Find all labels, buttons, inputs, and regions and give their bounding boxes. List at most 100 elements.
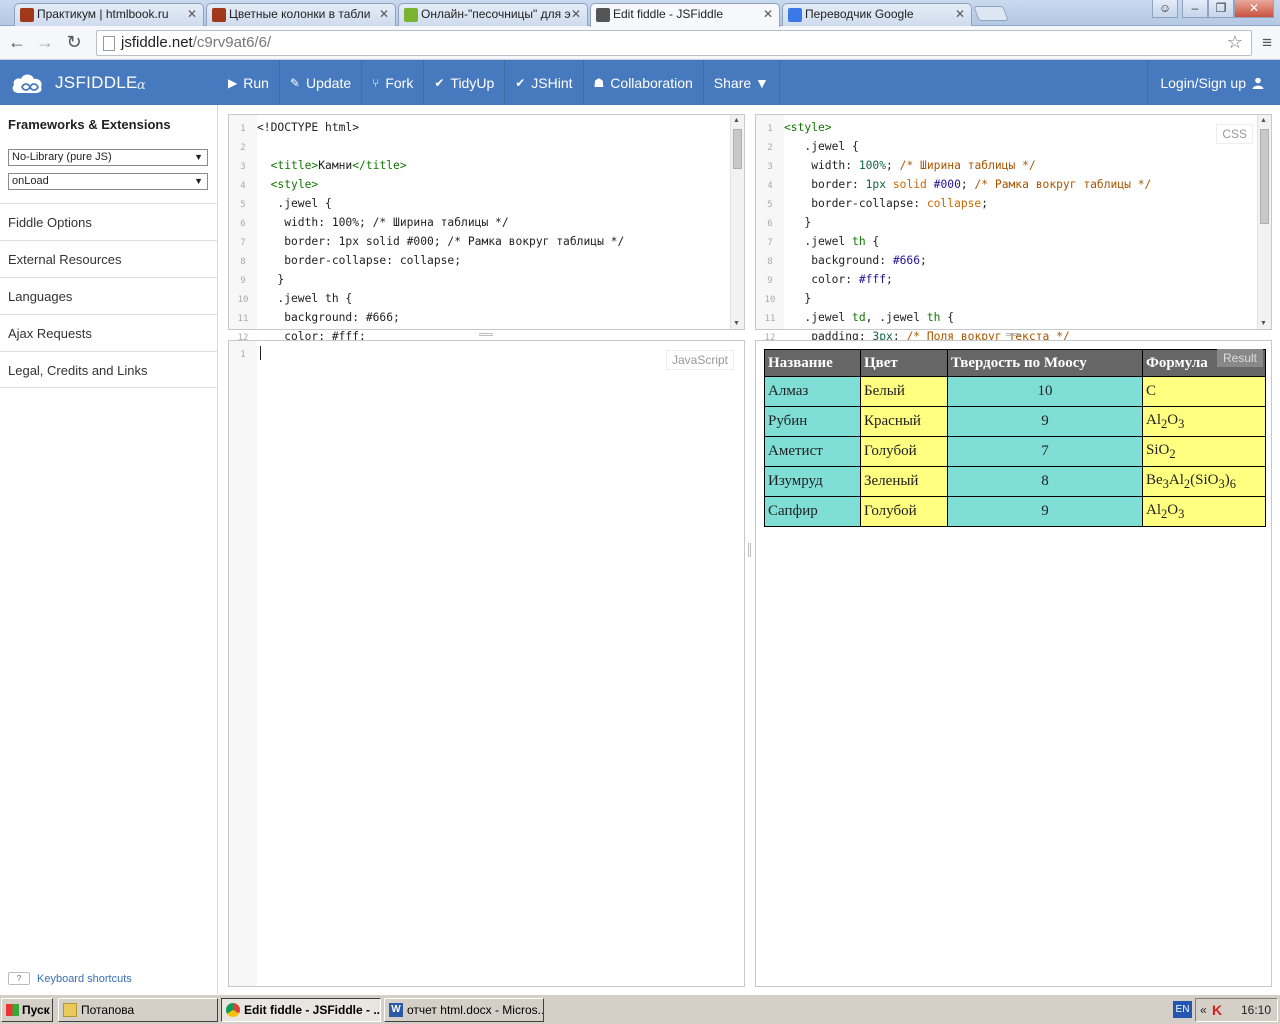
close-tab-icon[interactable]: ✕ <box>571 4 581 25</box>
fork-label: Fork <box>385 74 414 91</box>
table-row: Сапфир Голубой 9 Al2O3 <box>764 496 1266 527</box>
table-cell: Al2O3 <box>1142 496 1266 527</box>
horizontal-resize-handle[interactable] <box>479 333 493 336</box>
dropdown-arrow-icon: ▼ <box>194 176 203 186</box>
restore-icon[interactable]: ❐ <box>1208 0 1234 18</box>
keyboard-icon: ? <box>8 972 30 985</box>
javascript-code[interactable]: 1 <box>229 345 730 364</box>
code-text: .jewel { <box>784 140 859 153</box>
dropdown-arrow-icon: ▼ <box>194 152 203 162</box>
code-line: 5 .jewel { <box>229 195 730 214</box>
bookmark-star-icon[interactable]: ☆ <box>1227 32 1243 53</box>
start-button[interactable]: Пуск <box>1 998 53 1022</box>
taskbar-item-chrome[interactable]: Edit fiddle - JSFiddle - ... <box>221 998 381 1022</box>
code-text: background: #666; <box>257 311 400 324</box>
browser-tab-columns[interactable]: Цветные колонки в табли ✕ <box>206 3 396 26</box>
html-editor-panel[interactable]: 1 <!DOCTYPE html> 2 3 <title>Камни</title> 4… <box>228 114 745 362</box>
code-text: <style> <box>784 121 832 134</box>
sidebar-item-external-resources[interactable]: External Resources <box>0 240 217 277</box>
taskbar-item-folder[interactable]: Потапова <box>58 998 218 1022</box>
table-body: Алмаз Белый 10 C Рубин Красный 9 Al2O3 Аметист Го… <box>764 376 1266 527</box>
browser-tab-translate[interactable]: Переводчик Google ✕ <box>782 3 972 26</box>
page-icon <box>103 36 115 51</box>
sidebar-item-ajax-requests[interactable]: Ajax Requests <box>0 314 217 351</box>
css-editor-panel[interactable]: 1 <style> 2 .jewel {3 width: 100%; /* Шири… <box>755 114 1272 362</box>
user-icon[interactable]: ☺ <box>1152 0 1178 18</box>
scroll-thumb[interactable] <box>1260 129 1269 224</box>
brand-name: JSFIDDLE <box>55 73 138 92</box>
update-button[interactable]: ✎ Update <box>280 60 363 105</box>
load-type-select[interactable]: onLoad ▼ <box>8 173 208 190</box>
code-line: 9 } <box>229 271 730 290</box>
frameworks-heading: Frameworks & Extensions <box>8 117 171 132</box>
close-tab-icon[interactable]: ✕ <box>187 4 197 25</box>
scroll-thumb[interactable] <box>733 129 742 169</box>
close-tab-icon[interactable]: ✕ <box>379 4 389 25</box>
css-code[interactable]: 1 <style> 2 .jewel {3 width: 100%; /* Шири… <box>756 119 1257 366</box>
fork-icon: ⑂ <box>372 75 380 90</box>
jshint-button[interactable]: ✔ JSHint <box>505 60 584 105</box>
close-tab-icon[interactable]: ✕ <box>955 4 965 25</box>
javascript-label: JavaScript <box>665 350 734 370</box>
html-scrollbar[interactable]: ▲ ▼ <box>730 115 744 329</box>
language-indicator[interactable]: EN <box>1173 1001 1192 1018</box>
kaspersky-icon[interactable]: K <box>1212 999 1222 1021</box>
html-code[interactable]: 1 <!DOCTYPE html> 2 3 <title>Камни</title> 4… <box>229 119 730 366</box>
vertical-resize-handle[interactable] <box>748 543 751 557</box>
column-header: Название <box>764 349 861 377</box>
sandbox-favicon-icon <box>404 8 418 22</box>
login-button[interactable]: Login/Sign up <box>1147 60 1280 105</box>
table-cell: 9 <box>947 406 1143 437</box>
scroll-up-icon[interactable]: ▲ <box>733 117 740 124</box>
close-window-icon[interactable]: ✕ <box>1234 0 1274 18</box>
tray-expand-icon[interactable]: « <box>1200 999 1207 1021</box>
code-line: 6 width: 100%; /* Ширина таблицы */ <box>229 214 730 233</box>
keyboard-shortcuts-link[interactable]: ? Keyboard shortcuts <box>8 972 132 985</box>
code-line: 7 .jewel th { <box>756 233 1257 252</box>
scroll-down-icon[interactable]: ▼ <box>733 320 740 327</box>
sidebar-item-fiddle-options[interactable]: Fiddle Options <box>0 203 217 240</box>
new-tab-button[interactable] <box>973 6 1009 21</box>
taskbar-item-word[interactable]: Wотчет html.docx - Micros... <box>384 998 544 1022</box>
tab-title: Переводчик Google <box>805 7 914 21</box>
code-text: <style> <box>270 178 319 191</box>
code-line: 4 border: 1px solid #000; /* Рамка вокру… <box>756 176 1257 195</box>
code-text: color: #fff; <box>784 273 893 286</box>
jsfiddle-logo[interactable]: JSFIDDLE α <box>0 60 218 105</box>
code-text: } <box>784 292 812 305</box>
back-arrow-icon[interactable]: ← <box>6 31 28 53</box>
scroll-down-icon[interactable]: ▼ <box>1260 320 1267 327</box>
minimize-icon[interactable]: – <box>1182 0 1208 18</box>
table-cell: 7 <box>947 436 1143 467</box>
close-tab-icon[interactable]: ✕ <box>763 4 773 25</box>
share-button[interactable]: Share ▼ <box>704 60 780 105</box>
play-icon: ▶ <box>228 75 238 90</box>
library-select[interactable]: No-Library (pure JS) ▼ <box>8 149 208 166</box>
scroll-up-icon[interactable]: ▲ <box>1260 117 1267 124</box>
horizontal-resize-handle[interactable] <box>1006 333 1020 336</box>
browser-tab-htmlbook[interactable]: Практикум | htmlbook.ru ✕ <box>14 3 204 26</box>
collaboration-button[interactable]: ☗ Collaboration <box>584 60 704 105</box>
table-cell: Голубой <box>860 436 948 467</box>
css-scrollbar[interactable]: ▲ ▼ <box>1257 115 1271 329</box>
reload-icon[interactable]: ↻ <box>63 31 85 53</box>
taskbar-item-label: Edit fiddle - JSFiddle - ... <box>244 1003 381 1017</box>
sidebar-item-legal[interactable]: Legal, Credits and Links <box>0 351 217 388</box>
line-number: 11 <box>764 314 776 324</box>
browser-tab-sandbox[interactable]: Онлайн-"песочницы" для э ✕ <box>398 3 588 26</box>
column-header: Цвет <box>860 349 948 377</box>
code-text: width: 100%; /* Ширина таблицы */ <box>784 159 1036 172</box>
htmlbook-favicon-icon <box>20 8 34 22</box>
browser-menu-icon[interactable]: ≡ <box>1262 33 1272 53</box>
forward-arrow-icon[interactable]: → <box>34 31 56 53</box>
tidyup-button[interactable]: ✔ TidyUp <box>424 60 506 105</box>
browser-tab-jsfiddle[interactable]: Edit fiddle - JSFiddle ✕ <box>590 3 780 27</box>
address-input[interactable]: jsfiddle.net/c9rv9at6/6/ ☆ <box>96 30 1252 56</box>
run-button[interactable]: ▶ Run <box>218 60 280 105</box>
result-label: Result <box>1216 349 1263 367</box>
fork-button[interactable]: ⑂ Fork <box>362 60 425 105</box>
sidebar-item-languages[interactable]: Languages <box>0 277 217 314</box>
code-text: border: 1px solid #000; /* Рамка вокруг … <box>257 235 625 248</box>
javascript-editor-panel[interactable]: 1 JavaScript <box>228 340 745 987</box>
table-cell: Зеленый <box>860 466 948 497</box>
